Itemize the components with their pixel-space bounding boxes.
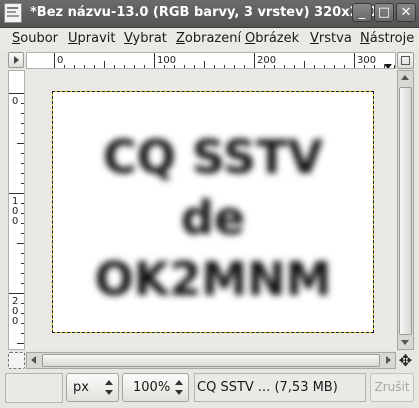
scroll-up-icon[interactable]: [401, 75, 409, 80]
cancel-button[interactable]: Zrušit: [370, 373, 414, 402]
horizontal-scrollbar[interactable]: [26, 352, 396, 369]
horizontal-ruler-ticks: 0 100 200 300: [54, 53, 395, 68]
ruler-label: 0: [12, 216, 18, 227]
ruler-label: 0: [57, 55, 63, 66]
vertical-scroll-thumb[interactable]: [399, 87, 412, 335]
menu-upravit[interactable]: Upravit: [68, 31, 115, 46]
status-message: CQ SSTV ... (7,53 MB): [194, 373, 366, 402]
menu-vrstva[interactable]: Vrstva: [310, 31, 352, 46]
canvas-area[interactable]: CQ SSTV de OK2MNM: [26, 70, 397, 350]
zoom-value: 100%: [133, 380, 171, 395]
menu-bar: Soubor Upravit Vybrat Zobrazení Obrázek …: [0, 28, 419, 50]
menu-vybrat[interactable]: Vybrat: [124, 31, 167, 46]
horizontal-ruler[interactable]: 0 100 200 300: [26, 52, 396, 69]
pointer-position-marker: [384, 64, 392, 68]
maximize-button[interactable]: □: [374, 3, 394, 22]
navigate-button[interactable]: [397, 52, 414, 69]
vertical-ruler-ticks: 0100200: [9, 93, 24, 344]
zoom-selector[interactable]: 100%: [122, 373, 189, 402]
unit-value: px: [73, 380, 89, 395]
image-text-line-2: de: [180, 191, 246, 245]
ruler-label: 0: [12, 96, 18, 107]
ruler-label: 300: [357, 55, 376, 66]
zoom-spin-icon: [175, 380, 183, 395]
window-title: *Bez názvu-13.0 (RGB barvy, 3 vrstev) 32…: [30, 5, 377, 20]
ruler-label: 100: [157, 55, 176, 66]
scroll-right-icon[interactable]: [386, 356, 391, 364]
ruler-label: 0: [12, 316, 18, 327]
title-bar: *Bez názvu-13.0 (RGB barvy, 3 vrstev) 32…: [0, 0, 419, 28]
quick-menu-button[interactable]: [8, 52, 24, 68]
close-button[interactable]: ✕: [396, 3, 416, 22]
vertical-ruler[interactable]: 0100200: [8, 70, 25, 350]
pointer-coordinates: [5, 373, 63, 403]
unit-spin-icon: [105, 380, 113, 395]
menu-soubor[interactable]: Soubor: [12, 31, 58, 46]
horizontal-scroll-thumb[interactable]: [42, 354, 380, 367]
unit-selector[interactable]: px: [66, 373, 119, 402]
quick-mask-toggle[interactable]: [8, 352, 25, 369]
ruler-label: 200: [257, 55, 276, 66]
vertical-scrollbar[interactable]: [397, 70, 414, 350]
scroll-down-icon[interactable]: [401, 340, 409, 345]
scroll-left-icon[interactable]: [31, 356, 36, 364]
minimize-button[interactable]: _: [352, 3, 372, 22]
gimp-document-icon[interactable]: [4, 3, 22, 23]
menu-nastroje[interactable]: Nástroje: [360, 31, 414, 46]
image-text-line-3: OK2MNM: [94, 252, 332, 306]
image-text-line-1: CQ SSTV: [102, 130, 324, 184]
menu-obrazek[interactable]: Obrázek: [245, 31, 299, 46]
menu-zobrazeni[interactable]: Zobrazení: [176, 31, 241, 46]
image-canvas[interactable]: CQ SSTV de OK2MNM: [52, 91, 374, 333]
navigate-move-icon[interactable]: ✥: [397, 352, 414, 369]
